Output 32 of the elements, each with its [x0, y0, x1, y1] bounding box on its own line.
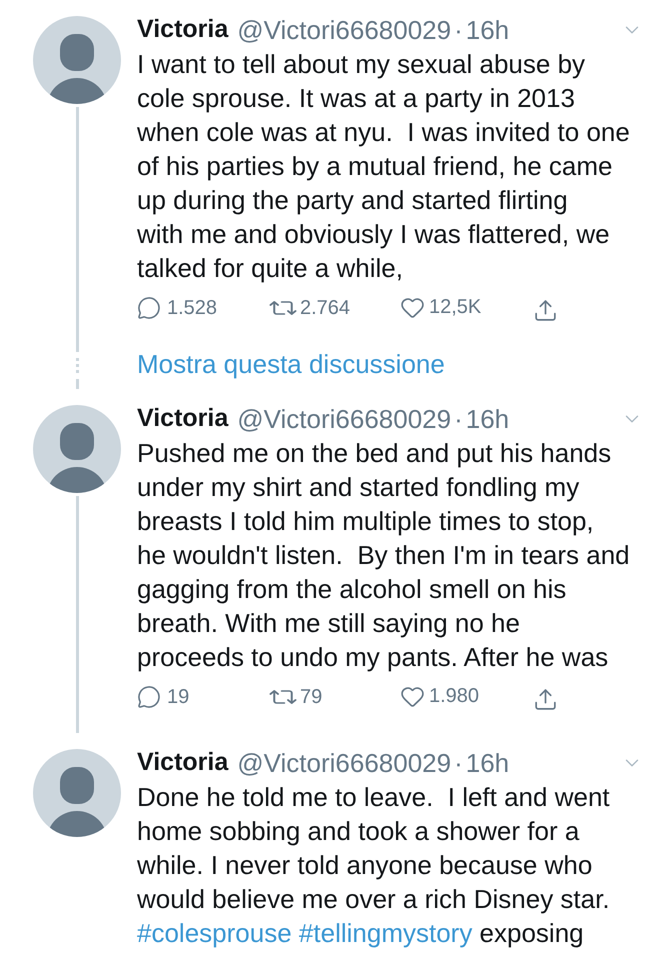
- reply-icon: [137, 684, 161, 708]
- timestamp: 16h: [466, 14, 510, 46]
- share-icon[interactable]: [533, 686, 558, 712]
- timestamp: 16h: [466, 746, 510, 780]
- author-name: Victoria: [137, 14, 228, 46]
- tweet-text: Done he told me to leave. I left and went home sobbing and took a shower for a while. I never told anyone because who would believe me over a rich Disney star. #colesprouse #tellingmystory exposing: [137, 781, 611, 950]
- avatar-icon[interactable]: [33, 16, 121, 104]
- tweet-text: Pushed me on the bed and put his hands under my shirt and started fondling my breasts I told him multiple times to stop, he wouldn't listen. By then I'm in tears and gagging from the alcohol smell on his breath. With me still saying no he proceeds to undo my pants. After he was: [137, 437, 631, 674]
- timestamp: 16h: [466, 402, 510, 436]
- retweet-button[interactable]: 79: [268, 682, 322, 712]
- author-name: Victoria: [137, 747, 228, 778]
- reply-icon: [137, 296, 161, 320]
- author-handle: @Victori66680029: [237, 746, 452, 780]
- tweet-text: I want to tell about my sexual abuse by cole sprouse. It was at a party in 2013 when cole was at nyu. I was invited to one of his parties by a mutual friend, he came up during the party and started flirting with me and obviously I was flattered, we talked for quite a while,: [137, 48, 631, 285]
- separator-dot: ·: [454, 402, 463, 436]
- retweet-button[interactable]: 2.764: [268, 292, 350, 322]
- share-icon[interactable]: [533, 298, 558, 322]
- reply-button[interactable]: 19: [137, 682, 190, 712]
- separator-dot: ·: [454, 746, 463, 780]
- avatar-icon[interactable]: [33, 749, 121, 837]
- hashtag-link[interactable]: #colesprouse: [137, 918, 292, 948]
- like-button[interactable]: 12,5K: [400, 292, 482, 322]
- author-name: Victoria: [137, 403, 228, 434]
- avatar-icon[interactable]: [33, 405, 121, 493]
- reply-button[interactable]: 1.528: [137, 292, 218, 322]
- separator-dot: ·: [454, 14, 463, 46]
- author-handle: @Victori66680029: [237, 14, 452, 46]
- author-handle: @Victori66680029: [237, 402, 452, 436]
- show-thread-link[interactable]: Mostra questa discussione: [137, 346, 445, 380]
- like-button[interactable]: 1.980: [400, 681, 480, 712]
- dotted-thread-line: [76, 358, 78, 373]
- hashtag-link[interactable]: #tellingmystory: [298, 918, 472, 948]
